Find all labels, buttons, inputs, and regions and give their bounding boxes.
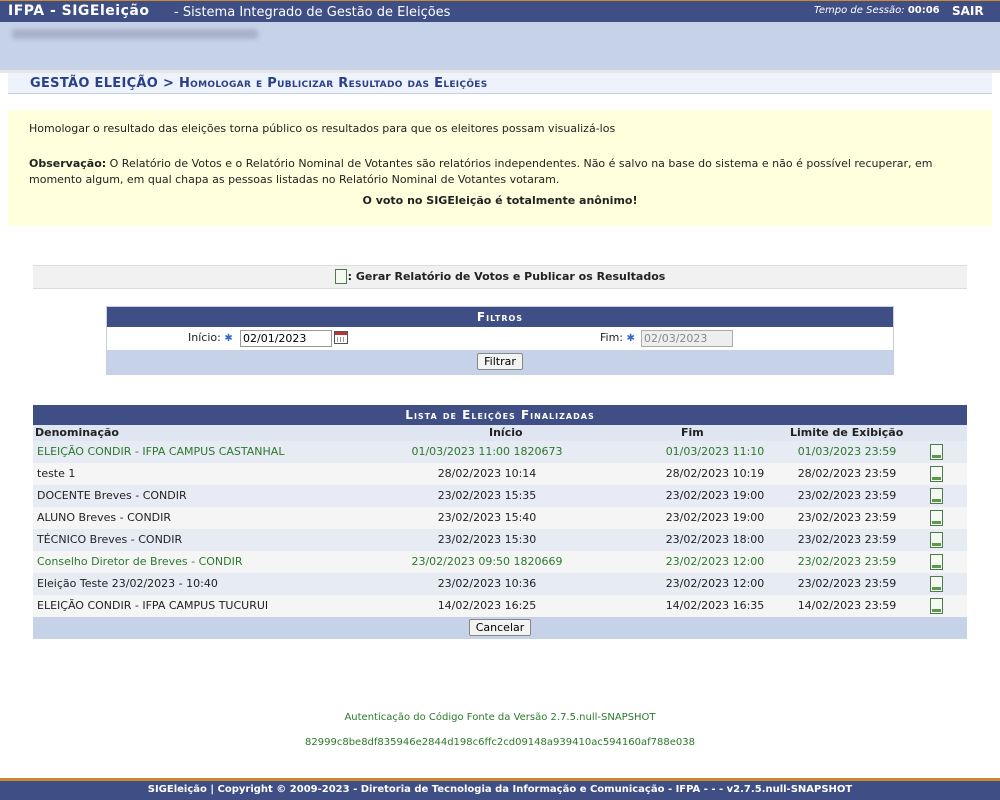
required-icon: ✱ xyxy=(224,333,233,344)
row-start: 01/03/2023 11:00 1820673 xyxy=(411,445,563,458)
logout-link[interactable]: SAIR xyxy=(952,4,984,18)
list-footer: Cancelar xyxy=(33,617,967,639)
calendar-icon[interactable] xyxy=(334,331,348,344)
generate-report-link[interactable]: : Gerar Relatório de Votos e Publicar os… xyxy=(33,265,967,289)
table-row: ELEIÇÃO CONDIR - IFPA CAMPUS TUCURUI 14/… xyxy=(33,595,967,617)
end-label-text: Fim: xyxy=(600,331,624,344)
row-name: ELEIÇÃO CONDIR - IFPA CAMPUS TUCURUI xyxy=(37,599,269,612)
filters-row: Início: ✱ Fim: ✱ xyxy=(107,327,893,350)
document-icon[interactable] xyxy=(334,268,347,284)
observation-label: Observação: xyxy=(29,157,107,170)
row-name: TÉCNICO Breves - CONDIR xyxy=(37,533,183,546)
source-auth-label: Autenticação do Código Fonte da Versão 2… xyxy=(344,712,656,723)
end-date-label: Fim: ✱ xyxy=(600,331,635,344)
table-row: ELEIÇÃO CONDIR - IFPA CAMPUS CASTANHAL 0… xyxy=(33,441,967,463)
session-timer: Tempo de Sessão: 00:06 xyxy=(814,5,940,16)
row-name: teste 1 xyxy=(37,467,76,480)
filters-panel: Filtros Início: ✱ Fim: ✱ Filtrar xyxy=(106,306,894,375)
table-row: teste 1 28/02/2023 10:14 28/02/2023 10:1… xyxy=(33,463,967,485)
col-fim: Fim xyxy=(681,426,704,439)
document-icon[interactable] xyxy=(930,532,943,548)
col-denominacao: Denominação xyxy=(35,426,119,439)
footer: SIGEleição | Copyright © 2009-2023 - Dir… xyxy=(0,778,1000,800)
row-limit: 23/02/2023 23:59 xyxy=(797,489,897,502)
observation-body: O Relatório de Votos e o Relatório Nomin… xyxy=(29,157,933,186)
list-title: Lista de Eleições Finalizadas xyxy=(33,405,967,425)
anonymous-notice: O voto no SIGEleição é totalmente anônim… xyxy=(362,194,638,207)
finished-elections-list: Lista de Eleições Finalizadas Denominaçã… xyxy=(33,405,967,639)
row-start: 28/02/2023 10:14 xyxy=(437,467,537,480)
info-box: Homologar o resultado das eleições torna… xyxy=(8,110,992,226)
info-text: Homologar o resultado das eleições torna… xyxy=(29,122,616,135)
row-limit: 23/02/2023 23:59 xyxy=(797,577,897,590)
document-icon[interactable] xyxy=(930,554,943,570)
table-row: DOCENTE Breves - CONDIR 23/02/2023 15:35… xyxy=(33,485,967,507)
document-icon[interactable] xyxy=(930,488,943,504)
row-name: ALUNO Breves - CONDIR xyxy=(37,511,172,524)
row-start: 23/02/2023 09:50 1820669 xyxy=(411,555,563,568)
row-name: Eleição Teste 23/02/2023 - 10:40 xyxy=(37,577,218,590)
generate-report-label[interactable]: : Gerar Relatório de Votos e Publicar os… xyxy=(348,270,666,283)
document-icon[interactable] xyxy=(930,466,943,482)
filters-title: Filtros xyxy=(107,307,893,327)
row-start: 23/02/2023 15:40 xyxy=(437,511,537,524)
col-inicio: Início xyxy=(489,426,523,439)
start-label-text: Início: xyxy=(188,331,221,344)
page-title: GESTÃO ELEIÇÃO > Homologar e Publicizar … xyxy=(30,76,488,91)
start-date-label: Início: ✱ xyxy=(188,331,233,344)
row-name: Conselho Diretor de Breves - CONDIR xyxy=(37,555,243,568)
row-start: 23/02/2023 15:30 xyxy=(437,533,537,546)
user-name-redacted xyxy=(12,29,258,39)
source-auth-hash: 82999c8be8df835946e2844d198c6ffc2cd09148… xyxy=(305,737,695,748)
row-start: 14/02/2023 16:25 xyxy=(437,599,537,612)
row-limit: 01/03/2023 23:59 xyxy=(797,445,897,458)
row-limit: 28/02/2023 23:59 xyxy=(797,467,897,480)
table-row: TÉCNICO Breves - CONDIR 23/02/2023 15:30… xyxy=(33,529,967,551)
table-row: ALUNO Breves - CONDIR 23/02/2023 15:40 2… xyxy=(33,507,967,529)
user-info-bar xyxy=(0,22,1000,70)
row-limit: 14/02/2023 23:59 xyxy=(797,599,897,612)
table-row: Eleição Teste 23/02/2023 - 10:40 23/02/2… xyxy=(33,573,967,595)
filters-footer: Filtrar xyxy=(107,350,893,374)
breadcrumb: GESTÃO ELEIÇÃO > Homologar e Publicizar … xyxy=(8,73,992,94)
row-name: DOCENTE Breves - CONDIR xyxy=(37,489,187,502)
row-start: 23/02/2023 10:36 xyxy=(437,577,537,590)
app-subtitle: - Sistema Integrado de Gestão de Eleiçõe… xyxy=(174,5,451,20)
row-name: ELEIÇÃO CONDIR - IFPA CAMPUS CASTANHAL xyxy=(37,445,285,458)
session-time: 00:06 xyxy=(907,5,940,16)
end-date-input[interactable] xyxy=(641,330,733,347)
document-icon[interactable] xyxy=(930,510,943,526)
document-icon[interactable] xyxy=(930,444,943,460)
table-row: Conselho Diretor de Breves - CONDIR 23/0… xyxy=(33,551,967,573)
start-date-input[interactable] xyxy=(240,330,332,347)
row-limit: 23/02/2023 23:59 xyxy=(797,555,897,568)
app-brand: IFPA - SIGEleição xyxy=(8,3,150,19)
observation-text: Observação: O Relatório de Votos e o Rel… xyxy=(29,156,974,188)
required-icon: ✱ xyxy=(626,333,635,344)
filter-button[interactable]: Filtrar xyxy=(477,353,523,370)
row-start: 23/02/2023 15:35 xyxy=(437,489,537,502)
col-limite: Limite de Exibição xyxy=(790,426,904,439)
row-limit: 23/02/2023 23:59 xyxy=(797,533,897,546)
session-label: Tempo de Sessão: xyxy=(814,5,905,16)
list-header: Denominação Início Fim Limite de Exibiçã… xyxy=(33,425,967,441)
document-icon[interactable] xyxy=(930,576,943,592)
top-bar: IFPA - SIGEleição - Sistema Integrado de… xyxy=(0,0,1000,22)
cancel-button[interactable]: Cancelar xyxy=(468,619,532,636)
row-limit: 23/02/2023 23:59 xyxy=(797,511,897,524)
document-icon[interactable] xyxy=(930,598,943,614)
